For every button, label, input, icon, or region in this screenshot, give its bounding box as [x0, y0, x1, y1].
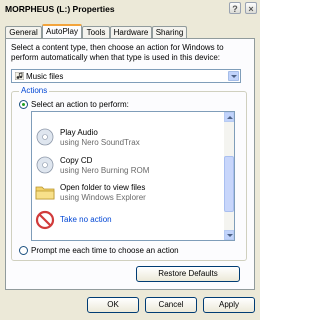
tab-tools[interactable]: Tools: [82, 26, 110, 38]
no-action-icon: [35, 210, 55, 230]
content-type-description: Select a content type, then choose an ac…: [11, 43, 224, 62]
tab-general[interactable]: General: [5, 26, 42, 38]
close-button[interactable]: ×: [245, 2, 257, 14]
action-list[interactable]: Play Audio using Nero SoundTrax Copy CD …: [31, 111, 235, 241]
list-item[interactable]: Take no action: [32, 206, 224, 234]
action-title: Copy CD: [60, 156, 93, 165]
prompt-label[interactable]: Prompt me each time to choose an action: [31, 246, 179, 255]
ok-button[interactable]: OK: [87, 297, 139, 313]
content-type-dropdown[interactable]: Music files: [11, 69, 241, 83]
window-title: MORPHEUS (L:) Properties: [5, 4, 115, 14]
action-subtitle: using Windows Explorer: [60, 193, 146, 202]
select-action-label[interactable]: Select an action to perform:: [31, 100, 129, 109]
scroll-thumb[interactable]: [224, 156, 234, 212]
content-type-selected: Music files: [26, 72, 64, 81]
action-title: Take no action: [60, 215, 112, 224]
restore-defaults-button[interactable]: Restore Defaults: [136, 266, 240, 282]
tab-sharing[interactable]: Sharing: [152, 26, 187, 38]
prompt-radio[interactable]: [19, 246, 28, 255]
chevron-down-icon[interactable]: [228, 71, 239, 81]
copy-cd-icon: [36, 156, 54, 174]
action-list-scrollbar[interactable]: [224, 112, 234, 240]
music-files-icon: [15, 72, 24, 80]
help-button[interactable]: ?: [229, 2, 241, 14]
actions-legend: Actions: [19, 86, 50, 95]
properties-dialog: MORPHEUS (L:) Properties ? × General Aut…: [0, 0, 260, 320]
scroll-up-icon[interactable]: [224, 112, 234, 122]
action-title: Play Audio: [60, 128, 98, 137]
cancel-button[interactable]: Cancel: [145, 297, 197, 313]
tab-autoplay[interactable]: AutoPlay: [42, 24, 82, 39]
play-audio-icon: [36, 128, 54, 146]
action-subtitle: using Nero Burning ROM: [60, 166, 150, 175]
select-action-radio[interactable]: [19, 100, 28, 109]
folder-icon: [35, 186, 55, 200]
title-bar: MORPHEUS (L:) Properties ? ×: [0, 0, 260, 17]
list-item[interactable]: Play Audio using Nero SoundTrax: [32, 123, 224, 151]
tab-hardware[interactable]: Hardware: [110, 26, 152, 38]
scroll-down-icon[interactable]: [224, 230, 234, 240]
list-item[interactable]: Copy CD using Nero Burning ROM: [32, 151, 224, 179]
action-subtitle: using Nero SoundTrax: [60, 138, 140, 147]
apply-button[interactable]: Apply: [203, 297, 255, 313]
action-title: Open folder to view files: [60, 183, 146, 192]
list-item[interactable]: Open folder to view files using Windows …: [32, 178, 224, 206]
